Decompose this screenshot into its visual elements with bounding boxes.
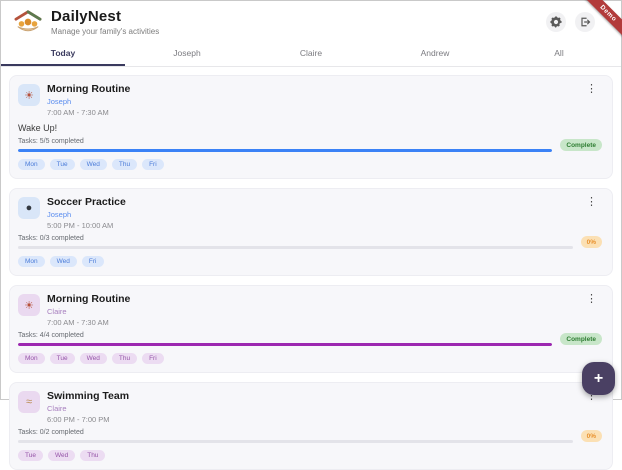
more-options-button[interactable]: ⋮: [581, 196, 602, 209]
activity-avatar: ≈: [18, 391, 40, 413]
more-options-button[interactable]: ⋮: [581, 83, 602, 96]
progress-row: Tasks: 0/3 completed 0%: [18, 235, 602, 249]
activity-member: Claire: [47, 307, 67, 316]
app-subtitle: Manage your family's activities: [51, 27, 160, 36]
day-chip-tue: Tue: [18, 450, 43, 461]
activity-emoji-icon: ☀: [24, 89, 34, 102]
progress-row: Tasks: 4/4 completed Complete: [18, 332, 602, 346]
day-chip-fri: Fri: [81, 256, 104, 267]
settings-button[interactable]: [546, 12, 566, 32]
progress-fill: [18, 149, 553, 152]
activity-card-header: ≈ Swimming Team Claire 6:00 PM - 7:00 PM…: [18, 390, 602, 424]
more-options-button[interactable]: ⋮: [581, 293, 602, 306]
activity-avatar: ☀: [18, 84, 40, 106]
activity-info: Swimming Team Claire 6:00 PM - 7:00 PM: [47, 390, 129, 424]
progress-bar: [18, 246, 573, 249]
dailynest-logo-icon: [14, 10, 42, 32]
logout-button[interactable]: [575, 12, 595, 32]
progress-area: Tasks: 0/2 completed: [18, 429, 573, 443]
progress-bar: [18, 343, 553, 346]
activity-card: ☀ Morning Routine Claire 7:00 AM - 7:30 …: [9, 285, 613, 373]
activity-member: Joseph: [47, 97, 72, 106]
activity-emoji-icon: ≈: [25, 396, 33, 408]
day-chip-thu: Thu: [111, 353, 138, 364]
activity-info: Morning Routine Claire 7:00 AM - 7:30 AM: [47, 293, 130, 327]
activity-time: 6:00 PM - 7:00 PM: [47, 415, 110, 424]
progress-fill: [18, 343, 553, 346]
activity-time: 7:00 AM - 7:30 AM: [47, 318, 109, 327]
app-title-block: DailyNest Manage your family's activitie…: [51, 8, 159, 36]
activity-avatar: ☀: [18, 294, 40, 316]
day-chip-fri: Fri: [142, 353, 164, 364]
day-chip-mon: Mon: [18, 353, 45, 364]
activity-member: Claire: [47, 404, 67, 413]
day-chips: Mon Tue Wed Thu Fri: [18, 159, 602, 170]
logout-icon: [581, 17, 591, 27]
tab-andrew[interactable]: Andrew: [373, 41, 497, 66]
progress-area: Tasks: 0/3 completed: [18, 235, 573, 249]
activity-title: Soccer Practice: [47, 196, 126, 208]
app-title: DailyNest: [51, 8, 122, 25]
activity-title: Morning Routine: [47, 293, 131, 305]
day-chip-wed: Wed: [47, 450, 76, 461]
activity-card-header: ● Soccer Practice Joseph 5:00 PM - 10:00…: [18, 196, 602, 230]
tasks-label: Tasks: 0/3 completed: [18, 235, 84, 242]
tab-all[interactable]: All: [497, 41, 621, 66]
activity-card-header: ☀ Morning Routine Joseph 7:00 AM - 7:30 …: [18, 83, 602, 117]
progress-row: Tasks: 5/5 completed Complete: [18, 138, 602, 152]
activity-card-header: ☀ Morning Routine Claire 7:00 AM - 7:30 …: [18, 293, 602, 327]
tab-today[interactable]: Today: [1, 41, 125, 66]
tasks-label: Tasks: 5/5 completed: [18, 138, 84, 145]
day-chip-wed: Wed: [79, 159, 107, 170]
activity-description: Wake Up!: [18, 123, 58, 133]
add-activity-button[interactable]: +: [582, 362, 615, 395]
activity-member: Joseph: [47, 210, 72, 219]
status-badge: Complete: [560, 139, 602, 151]
day-chip-mon: Mon: [18, 256, 45, 267]
status-badge: Complete: [560, 333, 602, 345]
progress-area: Tasks: 4/4 completed: [18, 332, 553, 346]
day-chip-thu: Thu: [111, 159, 138, 170]
progress-area: Tasks: 5/5 completed: [18, 138, 553, 152]
member-tabs: Today Joseph Claire Andrew All: [1, 41, 621, 67]
activity-time: 5:00 PM - 10:00 AM: [47, 221, 114, 230]
day-chip-mon: Mon: [18, 159, 45, 170]
day-chips: Mon Wed Fri: [18, 256, 602, 267]
tasks-label: Tasks: 4/4 completed: [18, 332, 84, 339]
activity-card: ☀ Morning Routine Joseph 7:00 AM - 7:30 …: [9, 75, 613, 179]
status-badge: 0%: [580, 430, 602, 442]
progress-bar: [18, 440, 573, 443]
status-badge: 0%: [580, 236, 602, 248]
activity-title: Swimming Team: [47, 390, 130, 402]
activity-info: Morning Routine Joseph 7:00 AM - 7:30 AM: [47, 83, 130, 117]
activity-card: ● Soccer Practice Joseph 5:00 PM - 10:00…: [9, 188, 613, 276]
day-chips: Mon Tue Wed Thu Fri: [18, 353, 602, 364]
app-header: DailyNest Manage your family's activitie…: [1, 1, 621, 41]
progress-row: Tasks: 0/2 completed 0%: [18, 429, 602, 443]
day-chip-thu: Thu: [80, 450, 106, 461]
day-chip-fri: Fri: [142, 159, 164, 170]
tab-claire[interactable]: Claire: [249, 41, 373, 66]
plus-icon: +: [593, 369, 604, 387]
gear-icon: [550, 16, 562, 28]
activity-info: Soccer Practice Joseph 5:00 PM - 10:00 A…: [47, 196, 126, 230]
activity-emoji-icon: ●: [25, 202, 33, 214]
activity-list: ☀ Morning Routine Joseph 7:00 AM - 7:30 …: [1, 67, 621, 470]
activity-title: Morning Routine: [47, 83, 131, 95]
day-chip-tue: Tue: [49, 353, 75, 364]
day-chip-wed: Wed: [49, 256, 77, 267]
activity-time: 7:00 AM - 7:30 AM: [47, 108, 109, 117]
progress-bar: [18, 149, 553, 152]
activity-emoji-icon: ☀: [24, 299, 34, 312]
day-chip-wed: Wed: [79, 353, 107, 364]
activity-card: ≈ Swimming Team Claire 6:00 PM - 7:00 PM…: [9, 382, 613, 470]
tab-joseph[interactable]: Joseph: [125, 41, 249, 66]
day-chip-tue: Tue: [49, 159, 75, 170]
tasks-label: Tasks: 0/2 completed: [18, 429, 84, 436]
day-chips: Tue Wed Thu: [18, 450, 602, 461]
activity-avatar: ●: [18, 197, 40, 219]
header-actions: [546, 12, 595, 32]
